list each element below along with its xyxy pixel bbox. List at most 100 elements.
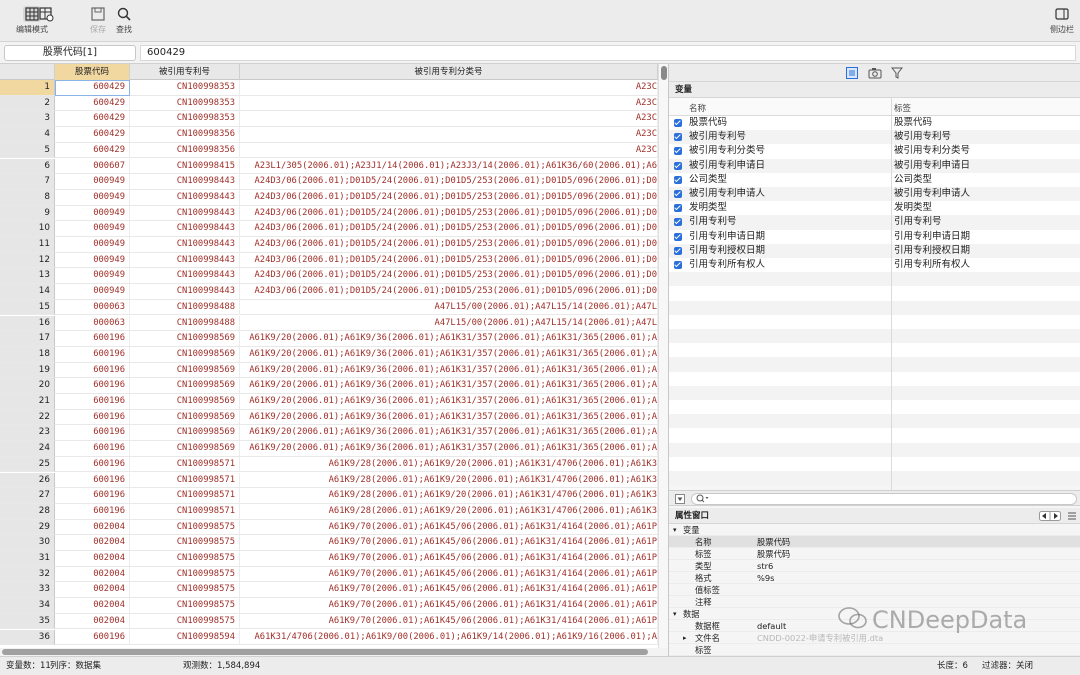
variable-checkbox[interactable] [674,232,682,241]
row-number[interactable]: 27 [0,488,55,504]
row-number[interactable]: 22 [0,409,55,426]
cell-stock-code[interactable]: 002004 [55,582,130,599]
cell-cited-patent[interactable]: CN100998488 [130,299,240,316]
cell-stock-code[interactable]: 000949 [55,174,130,190]
cell-cited-patent[interactable]: CN100998443 [130,189,240,206]
cell-cited-patent[interactable]: CN100998569 [130,362,240,379]
cell-cited-class[interactable]: A61K9/28(2006.01);A61K9/20(2006.01);A61K… [240,503,658,520]
cell-stock-code[interactable]: 600196 [55,362,130,379]
table-row[interactable]: 21 600196 CN100998569 A61K9/20(2006.01);A61… [0,394,668,410]
cell-cited-patent[interactable]: CN100998571 [130,488,240,504]
cell-stock-code[interactable]: 600196 [55,456,130,473]
variable-checkbox[interactable] [674,218,682,227]
variable-checkbox[interactable] [674,261,682,269]
cell-stock-code[interactable]: 600429 [55,80,130,96]
cell-cited-patent[interactable]: CN100998575 [130,566,240,583]
variable-checkbox[interactable] [674,133,682,142]
cell-cited-patent[interactable]: CN100998443 [130,221,240,237]
variable-row[interactable]: 引用专利授权日期 引用专利授权日期 [669,244,1080,258]
cell-cited-patent[interactable]: CN100998571 [130,472,240,489]
table-row[interactable]: 11 000949 CN100998443 A24D3/06(2006.01);D01… [0,237,668,253]
row-number[interactable]: 12 [0,252,55,269]
table-row[interactable]: 2 600429 CN100998353 A23C [0,95,668,112]
cell-stock-code[interactable]: 600196 [55,629,130,646]
cell-stock-code[interactable]: 600196 [55,488,130,504]
table-row[interactable]: 13 000949 CN100998443 A24D3/06(2006.01);D01… [0,268,668,285]
cell-cited-class[interactable]: A61K9/70(2006.01);A61K45/06(2006.01);A61… [240,582,658,599]
list-view-icon[interactable] [846,67,858,82]
cell-cited-class[interactable]: A24D3/06(2006.01);D01D5/24(2006.01);D01D… [240,174,658,190]
cell-reference-box[interactable]: 股票代码[1] [4,45,136,61]
table-row[interactable]: 5 600429 CN100998356 A23C [0,142,668,159]
cell-cited-patent[interactable]: CN100998569 [130,394,240,410]
row-number-header[interactable] [0,64,55,80]
row-number[interactable]: 8 [0,189,55,206]
variable-row[interactable]: 引用专利申请日期 引用专利申请日期 [669,230,1080,244]
sidebar-toggle-button[interactable]: 侧边栏 [1046,6,1078,35]
cell-cited-patent[interactable]: CN100998569 [130,346,240,363]
cell-cited-patent[interactable]: CN100998443 [130,237,240,253]
cell-stock-code[interactable]: 600196 [55,378,130,394]
row-number[interactable]: 11 [0,237,55,253]
row-number[interactable]: 35 [0,613,55,630]
cell-cited-patent[interactable]: CN100998353 [130,95,240,112]
variables-col-name[interactable]: 名称 [689,102,706,114]
chevron-right-icon[interactable]: ▸ [683,632,687,644]
cell-stock-code[interactable]: 000949 [55,268,130,285]
vertical-scroll-thumb[interactable] [661,66,667,80]
cell-cited-class[interactable]: A24D3/06(2006.01);D01D5/24(2006.01);D01D… [240,268,658,285]
row-number[interactable]: 14 [0,284,55,300]
row-number[interactable]: 31 [0,551,55,567]
cell-cited-class[interactable]: A61K9/20(2006.01);A61K9/36(2006.01);A61K… [240,362,658,379]
table-row[interactable]: 34 002004 CN100998575 A61K9/70(2006.01);A61… [0,598,668,614]
find-button[interactable]: 查找 [112,6,136,35]
row-number[interactable]: 5 [0,142,55,159]
table-row[interactable]: 31 002004 CN100998575 A61K9/70(2006.01);A61… [0,551,668,567]
row-number[interactable]: 30 [0,535,55,551]
cell-stock-code[interactable]: 600196 [55,409,130,426]
cell-cited-class[interactable]: A23C [240,95,658,112]
property-row[interactable]: 值标签 [669,584,1080,596]
table-row[interactable]: 12 000949 CN100998443 A24D3/06(2006.01);D01… [0,252,668,269]
cell-cited-patent[interactable]: CN100998569 [130,378,240,394]
cell-cited-class[interactable]: A47L15/00(2006.01);A47L15/14(2006.01);A4… [240,299,658,316]
variable-checkbox[interactable] [674,246,682,255]
cell-cited-patent[interactable]: CN100998488 [130,315,240,332]
table-row[interactable]: 16 000063 CN100998488 A47L15/00(2006.01);A4… [0,315,668,332]
cell-cited-class[interactable]: A61K9/20(2006.01);A61K9/36(2006.01);A61K… [240,425,658,442]
table-row[interactable]: 4 600429 CN100998356 A23C [0,127,668,143]
cell-cited-patent[interactable]: CN100998356 [130,127,240,143]
column-header-stock-code[interactable]: 股票代码 [55,64,130,80]
table-row[interactable]: 22 600196 CN100998569 A61K9/20(2006.01);A61… [0,409,668,426]
property-row[interactable]: 标签 股票代码 [669,548,1080,560]
variable-row[interactable]: 被引用专利号 被引用专利号 [669,130,1080,144]
cell-cited-patent[interactable]: CN100998569 [130,331,240,347]
property-row[interactable]: 类型 str6 [669,560,1080,572]
cell-cited-patent[interactable]: CN100998575 [130,582,240,599]
table-row[interactable]: 15 000063 CN100998488 A47L15/00(2006.01);A4… [0,299,668,316]
cell-cited-class[interactable]: A24D3/06(2006.01);D01D5/24(2006.01);D01D… [240,205,658,222]
horizontal-scroll-thumb[interactable] [2,649,648,655]
cell-cited-class[interactable]: A24D3/06(2006.01);D01D5/24(2006.01);D01D… [240,284,658,300]
row-number[interactable]: 17 [0,331,55,347]
table-row[interactable]: 6 000607 CN100998415 A23L1/305(2006.01);A23… [0,158,668,175]
cell-cited-patent[interactable]: CN100998443 [130,174,240,190]
table-row[interactable]: 24 600196 CN100998569 A61K9/20(2006.01);A61… [0,441,668,457]
variables-col-label[interactable]: 标签 [894,102,911,114]
cell-cited-class[interactable]: A24D3/06(2006.01);D01D5/24(2006.01);D01D… [240,252,658,269]
cell-cited-class[interactable]: A61K9/70(2006.01);A61K45/06(2006.01);A61… [240,598,658,614]
cell-stock-code[interactable]: 000949 [55,189,130,206]
table-row[interactable]: 36 600196 CN100998594 A61K31/4706(2006.01);… [0,629,668,646]
table-row[interactable]: 8 000949 CN100998443 A24D3/06(2006.01);D01D… [0,189,668,206]
cell-cited-class[interactable]: A47L15/00(2006.01);A47L15/14(2006.01);A4… [240,315,658,332]
cell-stock-code[interactable]: 600196 [55,331,130,347]
cell-cited-patent[interactable]: CN100998443 [130,284,240,300]
cell-cited-patent[interactable]: CN100998443 [130,252,240,269]
cell-stock-code[interactable]: 002004 [55,551,130,567]
table-row[interactable]: 35 002004 CN100998575 A61K9/70(2006.01);A61… [0,613,668,630]
cell-stock-code[interactable]: 002004 [55,598,130,614]
cell-cited-class[interactable]: A61K9/70(2006.01);A61K45/06(2006.01);A61… [240,535,658,551]
row-number[interactable]: 3 [0,111,55,128]
variable-checkbox[interactable] [674,147,682,156]
cell-cited-patent[interactable]: CN100998443 [130,268,240,285]
